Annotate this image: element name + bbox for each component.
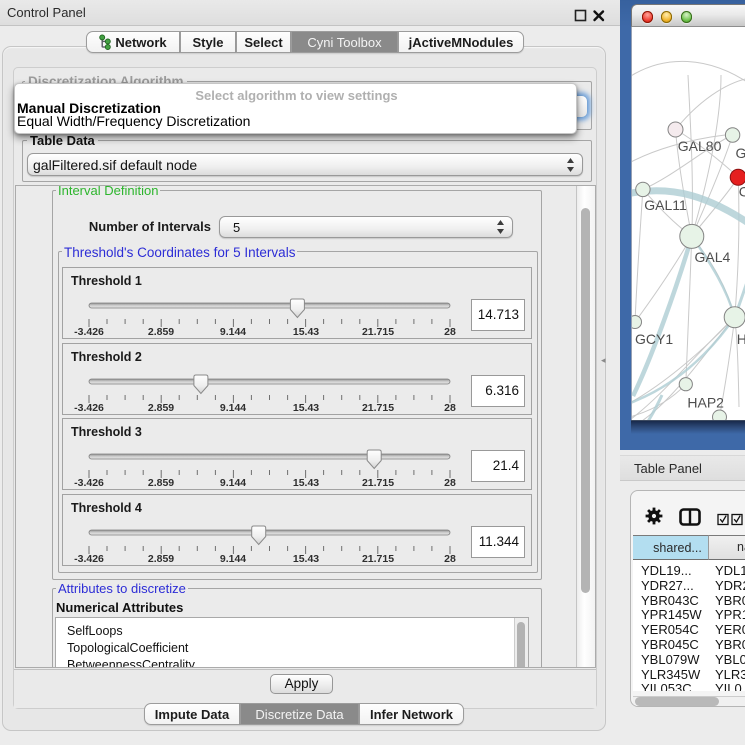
svg-text:H: H [737,331,745,347]
svg-text:GAL11: GAL11 [644,197,687,213]
svg-text:GCY1: GCY1 [635,331,673,347]
svg-text:GA: GA [736,145,745,161]
svg-text:HAP2: HAP2 [687,395,724,411]
svg-text:GAL4: GAL4 [695,249,731,265]
svg-text:C: C [739,184,745,200]
svg-text:GAL80: GAL80 [678,138,722,154]
